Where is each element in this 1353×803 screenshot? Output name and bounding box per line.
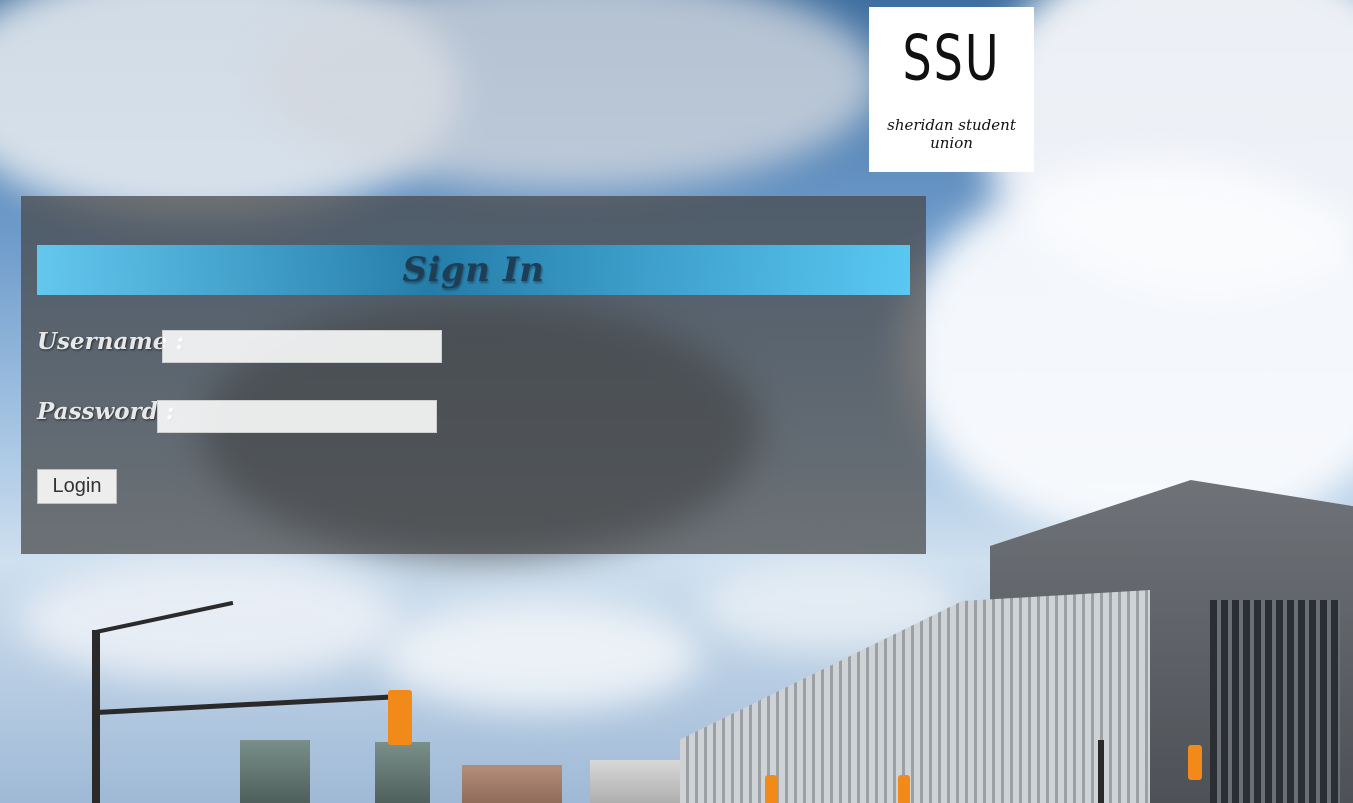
- password-label: Password :: [37, 398, 175, 425]
- logo-text: sheridan student union: [887, 116, 1016, 152]
- sign-in-header: Sign In: [37, 245, 910, 295]
- logo-mark: SSU: [902, 21, 1001, 95]
- sign-in-title: Sign In: [402, 250, 545, 290]
- password-input[interactable]: [157, 400, 437, 433]
- ssu-logo: SSU sheridan student union: [869, 7, 1034, 172]
- sign-in-panel: Sign In Username : Password : Login: [21, 196, 926, 554]
- username-input[interactable]: [162, 330, 442, 363]
- login-button[interactable]: Login: [37, 469, 117, 504]
